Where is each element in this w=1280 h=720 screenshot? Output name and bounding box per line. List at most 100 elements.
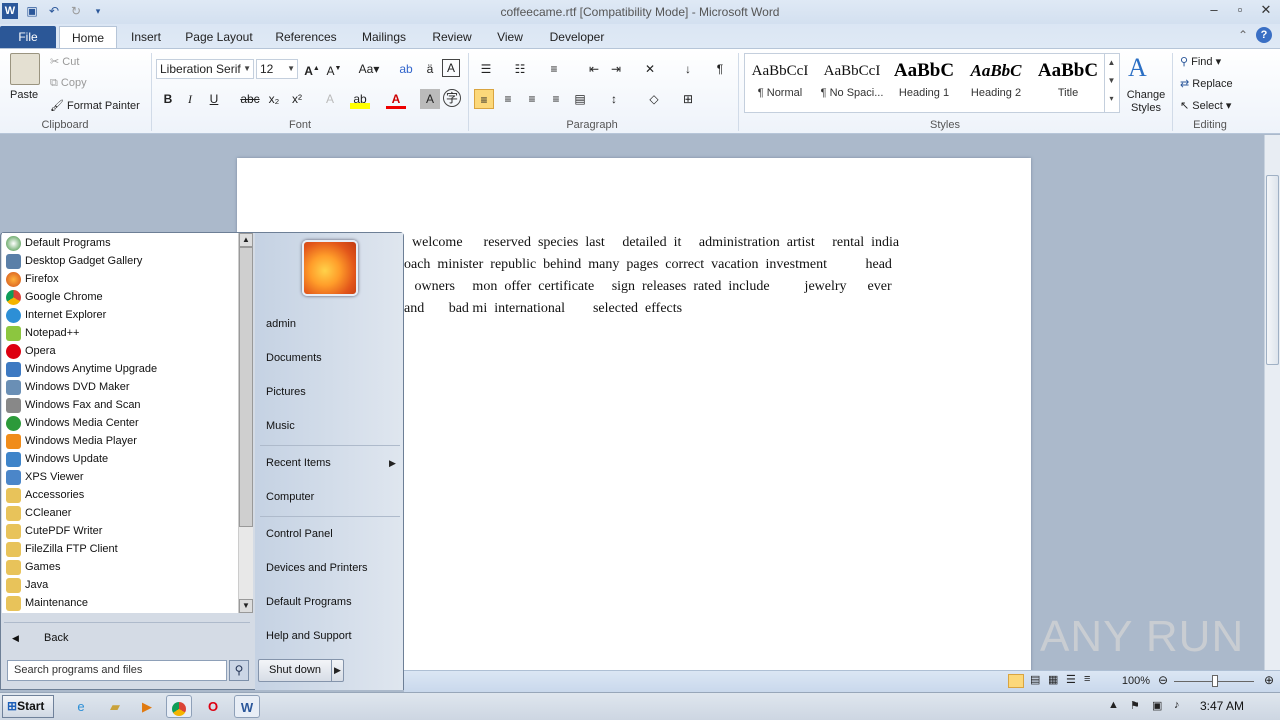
line-spacing-icon[interactable]: ↕ [604, 89, 624, 109]
align-center-button[interactable]: ≡ [498, 89, 518, 109]
shutdown-options-icon[interactable]: ▶ [331, 659, 344, 682]
list-item[interactable]: Default Programs [6, 234, 111, 252]
select-button[interactable]: Select [1192, 100, 1223, 112]
list-item[interactable]: Windows Fax and Scan [6, 396, 141, 414]
maximize-button[interactable]: ▫ [1232, 2, 1248, 18]
taskbar-clock[interactable]: 3:47 AM [1200, 699, 1244, 713]
strikethrough-button[interactable]: abc [240, 89, 260, 109]
vertical-scrollbar[interactable] [1264, 135, 1280, 670]
paste-icon[interactable] [10, 53, 40, 85]
outline-view-icon[interactable]: ☰ [1066, 673, 1076, 686]
music-link[interactable]: Music [266, 420, 295, 432]
tab-page-layout[interactable]: Page Layout [180, 26, 258, 48]
list-item[interactable]: Windows Media Player [6, 432, 137, 450]
align-left-button[interactable]: ≡ [474, 89, 494, 109]
help-support-link[interactable]: Help and Support [266, 630, 352, 642]
user-name-link[interactable]: admin [266, 318, 296, 330]
list-item[interactable]: Java [6, 576, 48, 594]
multilevel-list-icon[interactable]: ≡ [544, 59, 564, 79]
control-panel-link[interactable]: Control Panel [266, 528, 333, 540]
zoom-level[interactable]: 100% [1122, 675, 1150, 687]
style-heading-1[interactable]: AaBbC Heading 1 [889, 55, 959, 111]
phonetic-guide-icon[interactable]: ä [420, 59, 440, 79]
style-heading-2[interactable]: AaBbC Heading 2 [961, 55, 1031, 111]
copy-button[interactable]: Copy [61, 77, 87, 89]
media-player-icon[interactable]: ▶ [134, 695, 160, 718]
clear-formatting-icon[interactable]: ab [396, 59, 416, 79]
font-size-combo[interactable]: 12 ▼ [256, 59, 298, 79]
grow-font-icon[interactable]: A▲ [302, 59, 322, 79]
list-item[interactable]: XPS Viewer [6, 468, 84, 486]
show-formatting-marks-icon[interactable]: ¶ [710, 59, 730, 79]
action-center-icon[interactable]: ⚑ [1130, 699, 1140, 712]
documents-link[interactable]: Documents [266, 352, 322, 364]
change-case-icon[interactable]: Aa▾ [356, 59, 382, 79]
sort-icon[interactable]: ↓ [678, 59, 698, 79]
replace-button[interactable]: Replace [1192, 78, 1232, 90]
asian-layout-icon[interactable]: ✕ [640, 59, 660, 79]
style-no-spacing[interactable]: AaBbCcI ¶ No Spaci... [817, 55, 887, 111]
underline-button[interactable]: U [204, 89, 224, 109]
tab-insert[interactable]: Insert [124, 26, 168, 48]
tab-home[interactable]: Home [59, 26, 117, 48]
recent-items-link[interactable]: Recent Items [266, 457, 331, 469]
change-styles-icon[interactable]: A [1128, 53, 1147, 83]
scroll-thumb[interactable] [239, 247, 253, 527]
bullets-icon[interactable]: ☰ [476, 59, 496, 79]
style-title[interactable]: AaBbC Title [1033, 55, 1103, 111]
change-styles-button[interactable]: Change Styles [1125, 89, 1167, 115]
italic-button[interactable]: I [180, 89, 200, 109]
close-button[interactable]: ✕ [1258, 2, 1274, 18]
list-item[interactable]: Windows Media Center [6, 414, 139, 432]
internet-explorer-icon[interactable]: e [68, 695, 94, 718]
document-line[interactable]: welcome reserved species last detailed i… [412, 235, 899, 251]
text-effects-icon[interactable]: A [320, 89, 340, 109]
default-programs-link[interactable]: Default Programs [266, 596, 352, 608]
avatar[interactable] [302, 240, 358, 296]
computer-link[interactable]: Computer [266, 491, 314, 503]
tab-mailings[interactable]: Mailings [354, 26, 414, 48]
tab-view[interactable]: View [490, 26, 530, 48]
zoom-slider-thumb[interactable] [1212, 675, 1218, 687]
list-item[interactable]: Notepad++ [6, 324, 79, 342]
numbering-icon[interactable]: ☷ [510, 59, 530, 79]
word-taskbar-icon[interactable]: W [234, 695, 260, 718]
scroll-up-icon[interactable]: ▲ [239, 233, 253, 247]
document-line[interactable]: and bad mi international selected effect… [404, 301, 682, 317]
draft-view-icon[interactable]: ≡ [1084, 673, 1090, 685]
character-border-icon[interactable]: A [442, 59, 460, 77]
list-item[interactable]: Accessories [6, 486, 84, 504]
list-item[interactable]: Games [6, 558, 60, 576]
list-item[interactable]: Firefox [6, 270, 59, 288]
list-item[interactable]: CutePDF Writer [6, 522, 102, 540]
subscript-button[interactable]: x₂ [264, 89, 284, 109]
full-screen-view-icon[interactable]: ▤ [1030, 673, 1040, 686]
list-item[interactable]: Desktop Gadget Gallery [6, 252, 142, 270]
distributed-button[interactable]: ▤ [570, 89, 590, 109]
borders-icon[interactable]: ⊞ [678, 89, 698, 109]
web-layout-view-icon[interactable]: ▦ [1048, 673, 1058, 686]
document-line[interactable]: oach minister republic behind many pages… [404, 257, 892, 273]
list-item[interactable]: Google Chrome [6, 288, 103, 306]
format-painter-button[interactable]: Format Painter [67, 100, 140, 112]
font-color-icon[interactable]: A [386, 89, 406, 109]
help-icon[interactable]: ? [1256, 27, 1272, 43]
scroll-thumb[interactable] [1266, 175, 1279, 365]
font-name-combo[interactable]: Liberation Serif ▼ [156, 59, 254, 79]
explorer-folder-icon[interactable]: ▰ [102, 695, 128, 718]
list-item[interactable]: Windows Update [6, 450, 108, 468]
devices-printers-link[interactable]: Devices and Printers [266, 562, 368, 574]
shrink-font-icon[interactable]: A▼ [324, 59, 344, 79]
list-item[interactable]: Opera [6, 342, 56, 360]
document-line[interactable]: owners mon offer certificate sign releas… [404, 279, 892, 295]
enclose-characters-icon[interactable]: 字 [443, 89, 461, 107]
list-item[interactable]: Windows DVD Maker [6, 378, 130, 396]
tab-file[interactable]: File [0, 26, 56, 48]
highlight-icon[interactable]: ab [350, 89, 370, 109]
list-item[interactable]: Maintenance [6, 594, 88, 612]
find-button[interactable]: Find [1191, 56, 1212, 68]
ribbon-minimize-icon[interactable]: ⌃ [1238, 28, 1248, 42]
superscript-button[interactable]: x² [287, 89, 307, 109]
styles-scroll[interactable]: ▲ ▼ ▾ [1104, 54, 1118, 112]
list-item[interactable]: CCleaner [6, 504, 71, 522]
